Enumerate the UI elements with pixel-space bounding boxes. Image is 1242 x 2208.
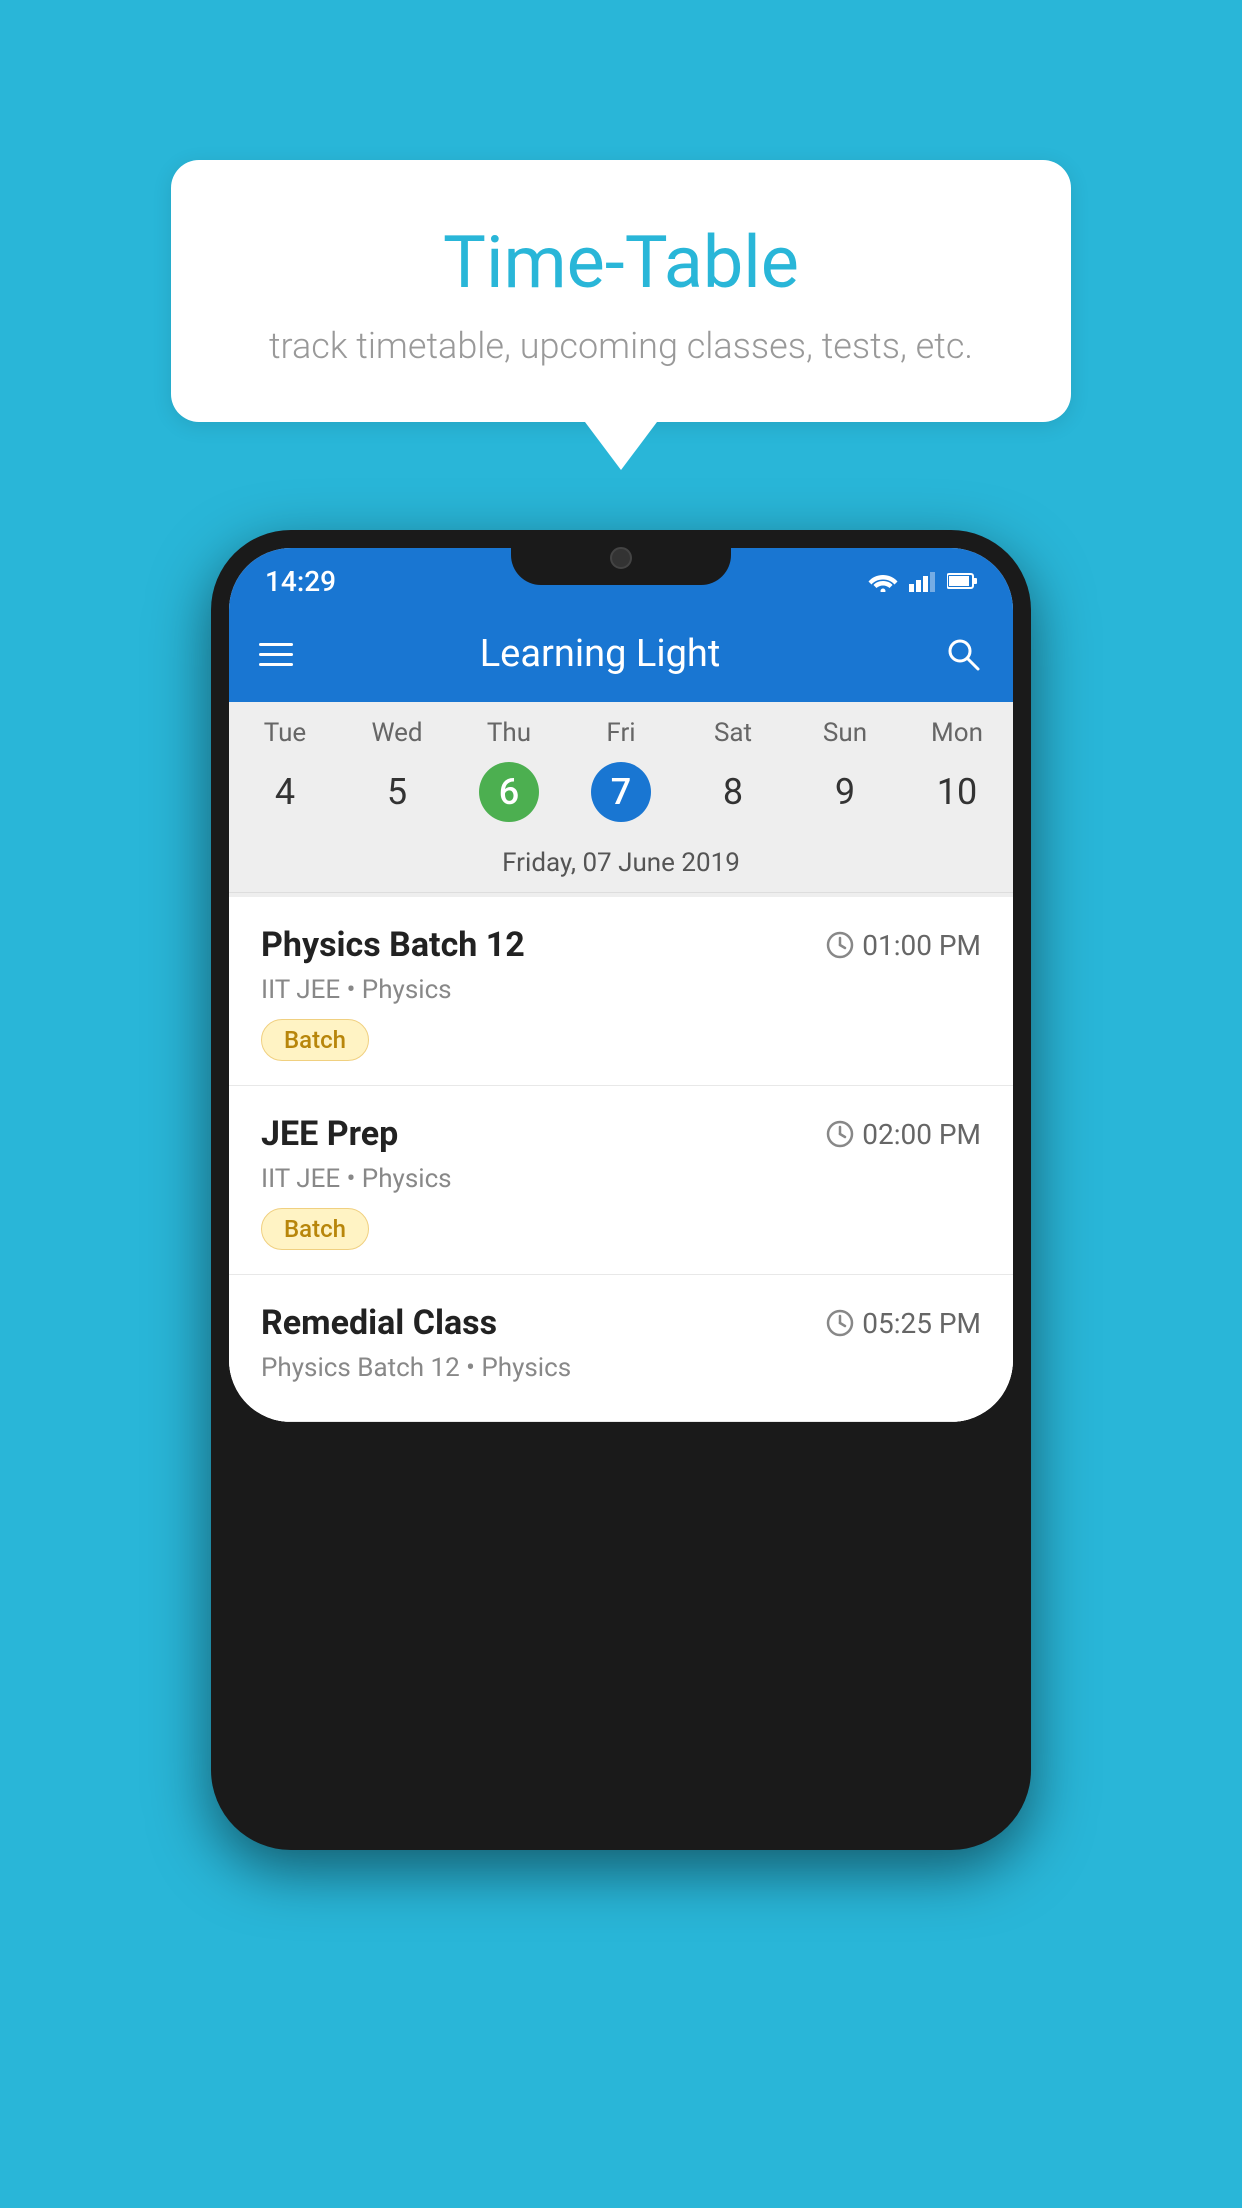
day-10[interactable]: 10 <box>901 762 1013 822</box>
search-button[interactable] <box>943 634 983 674</box>
day-8[interactable]: 8 <box>677 762 789 822</box>
phone-notch <box>511 530 731 585</box>
camera-icon <box>610 547 632 569</box>
schedule-item-2-time: 02:00 PM <box>826 1118 981 1151</box>
search-icon <box>945 636 981 672</box>
schedule-item-3[interactable]: Remedial Class 05:25 PM Physics Batch 12… <box>229 1275 1013 1422</box>
day-header-wed: Wed <box>341 718 453 748</box>
schedule-item-3-top: Remedial Class 05:25 PM <box>261 1303 981 1343</box>
schedule-item-1-time: 01:00 PM <box>826 929 981 962</box>
day-5[interactable]: 5 <box>341 762 453 822</box>
app-bar: Learning Light <box>229 606 1013 702</box>
status-time: 14:29 <box>265 565 336 598</box>
schedule-item-1-tag: Batch <box>261 1019 369 1061</box>
day-6-today[interactable]: 6 <box>479 762 539 822</box>
day-7-selected[interactable]: 7 <box>591 762 651 822</box>
schedule-item-2-top: JEE Prep 02:00 PM <box>261 1114 981 1154</box>
speech-bubble-section: Time-Table track timetable, upcoming cla… <box>171 160 1071 470</box>
schedule-item-1-name: Physics Batch 12 <box>261 925 525 965</box>
app-bar-title: Learning Light <box>257 632 943 676</box>
schedule-item-1-top: Physics Batch 12 01:00 PM <box>261 925 981 965</box>
signal-icon <box>909 570 937 592</box>
status-icons <box>867 570 977 592</box>
day-4[interactable]: 4 <box>229 762 341 822</box>
day-header-tue: Tue <box>229 718 341 748</box>
day-header-thu: Thu <box>453 718 565 748</box>
day-numbers-row: 4 5 6 7 8 9 10 <box>229 754 1013 838</box>
schedule-item-3-sub: Physics Batch 12 • Physics <box>261 1353 981 1383</box>
schedule-item-1-sub: IIT JEE • Physics <box>261 975 981 1005</box>
day-header-sun: Sun <box>789 718 901 748</box>
clock-icon-1 <box>826 931 854 959</box>
clock-icon-3 <box>826 1309 854 1337</box>
schedule-item-2[interactable]: JEE Prep 02:00 PM IIT JEE • Physics Batc… <box>229 1086 1013 1275</box>
speech-bubble-card: Time-Table track timetable, upcoming cla… <box>171 160 1071 422</box>
schedule-item-3-time: 05:25 PM <box>826 1307 981 1340</box>
schedule-item-1[interactable]: Physics Batch 12 01:00 PM IIT JEE • Phys… <box>229 897 1013 1086</box>
selected-date-label: Friday, 07 June 2019 <box>229 838 1013 893</box>
schedule-item-3-name: Remedial Class <box>261 1303 497 1343</box>
day-header-sat: Sat <box>677 718 789 748</box>
day-header-mon: Mon <box>901 718 1013 748</box>
schedule-item-2-sub: IIT JEE • Physics <box>261 1164 981 1194</box>
phone-screen: 14:29 <box>229 548 1013 1422</box>
battery-icon <box>947 572 977 590</box>
speech-bubble-subtitle: track timetable, upcoming classes, tests… <box>251 325 991 367</box>
day-headers-row: Tue Wed Thu Fri Sat Sun Mon <box>229 702 1013 754</box>
wifi-icon <box>867 570 899 592</box>
phone-mockup: 14:29 <box>211 530 1031 1850</box>
day-9[interactable]: 9 <box>789 762 901 822</box>
schedule-item-2-tag: Batch <box>261 1208 369 1250</box>
day-header-fri: Fri <box>565 718 677 748</box>
schedule-item-2-name: JEE Prep <box>261 1114 398 1154</box>
schedule-list: Physics Batch 12 01:00 PM IIT JEE • Phys… <box>229 897 1013 1422</box>
clock-icon-2 <box>826 1120 854 1148</box>
speech-bubble-title: Time-Table <box>251 220 991 305</box>
calendar-section: Tue Wed Thu Fri Sat Sun Mon 4 5 6 7 8 9 … <box>229 702 1013 897</box>
phone-frame: 14:29 <box>211 530 1031 1850</box>
speech-bubble-pointer <box>585 422 657 470</box>
